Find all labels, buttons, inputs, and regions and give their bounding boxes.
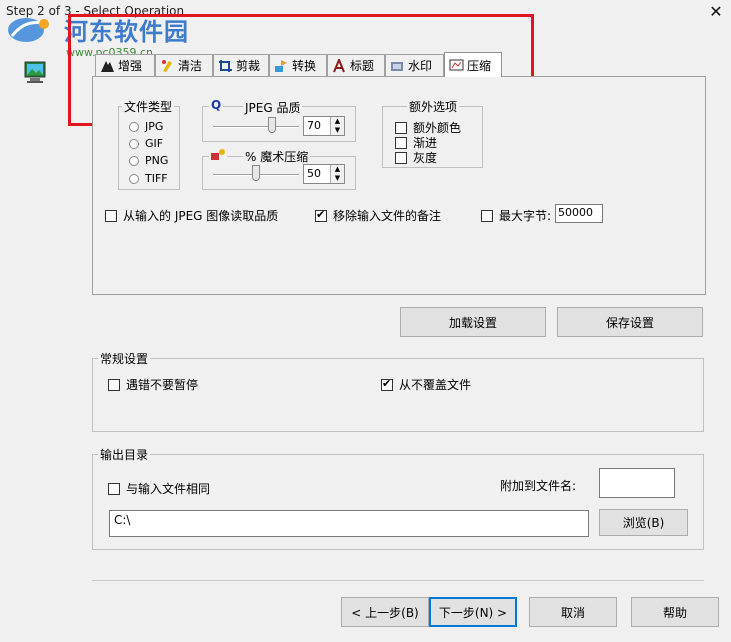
- close-icon[interactable]: ✕: [706, 2, 726, 22]
- jpeg-quality-spinbox[interactable]: 70 ▲ ▼: [303, 116, 345, 136]
- magic-compress-label: % 魔术压缩: [243, 148, 311, 165]
- spin-up-icon[interactable]: ▲: [330, 117, 344, 126]
- spin-down-icon[interactable]: ▼: [330, 126, 344, 135]
- watermark-logo-icon: [8, 18, 49, 42]
- quality-q-icon: Q: [209, 98, 224, 112]
- bottom-separator: [92, 580, 704, 581]
- extra-options-label: 额外选项: [407, 98, 460, 115]
- no-overwrite-checkbox[interactable]: 从不覆盖文件: [381, 376, 471, 393]
- radio-tiff[interactable]: TIFF: [129, 172, 168, 185]
- radio-jpg[interactable]: JPG: [129, 120, 163, 133]
- jpeg-quality-label: JPEG 品质: [243, 99, 303, 116]
- help-button[interactable]: 帮助: [631, 597, 719, 627]
- checkbox-label: 从不覆盖文件: [399, 378, 472, 392]
- checkbox-label: 遇错不要暂停: [126, 378, 199, 392]
- remove-comments-checkbox[interactable]: 移除输入文件的备注: [315, 207, 441, 224]
- spin-down-icon[interactable]: ▼: [330, 174, 344, 183]
- same-as-input-checkbox[interactable]: 与输入文件相同: [108, 480, 210, 497]
- radio-label: GIF: [145, 137, 164, 150]
- magic-wand-icon: [209, 147, 227, 163]
- tab-compress[interactable]: 压缩: [444, 52, 502, 77]
- jpeg-quality-slider[interactable]: [213, 126, 299, 128]
- save-settings-button[interactable]: 保存设置: [557, 307, 703, 337]
- compress-panel: 文件类型 JPG GIF PNG TIFF Q JPEG 品质 70 ▲ ▼ %…: [92, 76, 706, 295]
- no-pause-checkbox[interactable]: 遇错不要暂停: [108, 376, 198, 393]
- grayscale-checkbox[interactable]: 灰度: [395, 149, 437, 166]
- checkbox-label: 从输入的 JPEG 图像读取品质: [123, 209, 279, 223]
- cancel-button[interactable]: 取消: [529, 597, 617, 627]
- spin-up-icon[interactable]: ▲: [330, 165, 344, 174]
- radio-label: PNG: [145, 154, 169, 167]
- jpeg-quality-value: 70: [307, 119, 321, 132]
- tab-label: 压缩: [467, 58, 492, 73]
- max-bytes-input[interactable]: 50000: [555, 204, 603, 223]
- general-settings-group: [92, 358, 704, 432]
- max-bytes-checkbox[interactable]: 最大字节:: [481, 207, 551, 224]
- radio-label: TIFF: [145, 172, 168, 185]
- back-button[interactable]: < 上一步(B): [341, 597, 429, 627]
- append-filename-label: 附加到文件名:: [500, 479, 577, 493]
- append-filename-input[interactable]: [599, 468, 675, 498]
- browse-button[interactable]: 浏览(B): [599, 509, 688, 536]
- radio-png[interactable]: PNG: [129, 154, 168, 167]
- checkbox-label: 移除输入文件的备注: [333, 209, 442, 223]
- load-settings-button[interactable]: 加载设置: [400, 307, 546, 337]
- compress-icon: [449, 59, 464, 71]
- app-monitor-icon: [24, 61, 46, 83]
- next-button[interactable]: 下一步(N) >: [429, 597, 517, 627]
- checkbox-label: 最大字节:: [499, 209, 552, 223]
- jpeg-quality-slider-thumb[interactable]: [267, 117, 276, 133]
- file-type-label: 文件类型: [122, 98, 175, 115]
- output-dir-label: 输出目录: [98, 446, 151, 463]
- output-path-input[interactable]: C:\: [109, 510, 589, 537]
- checkbox-label: 与输入文件相同: [126, 482, 211, 496]
- radio-label: JPG: [145, 120, 164, 133]
- magic-compress-spinbox[interactable]: 50 ▲ ▼: [303, 164, 345, 184]
- read-quality-checkbox[interactable]: 从输入的 JPEG 图像读取品质: [105, 207, 278, 224]
- magic-compress-slider-thumb[interactable]: [252, 165, 260, 181]
- general-settings-label: 常规设置: [98, 350, 151, 367]
- magic-compress-value: 50: [307, 167, 321, 180]
- radio-gif[interactable]: GIF: [129, 137, 163, 150]
- checkbox-label: 灰度: [413, 151, 438, 165]
